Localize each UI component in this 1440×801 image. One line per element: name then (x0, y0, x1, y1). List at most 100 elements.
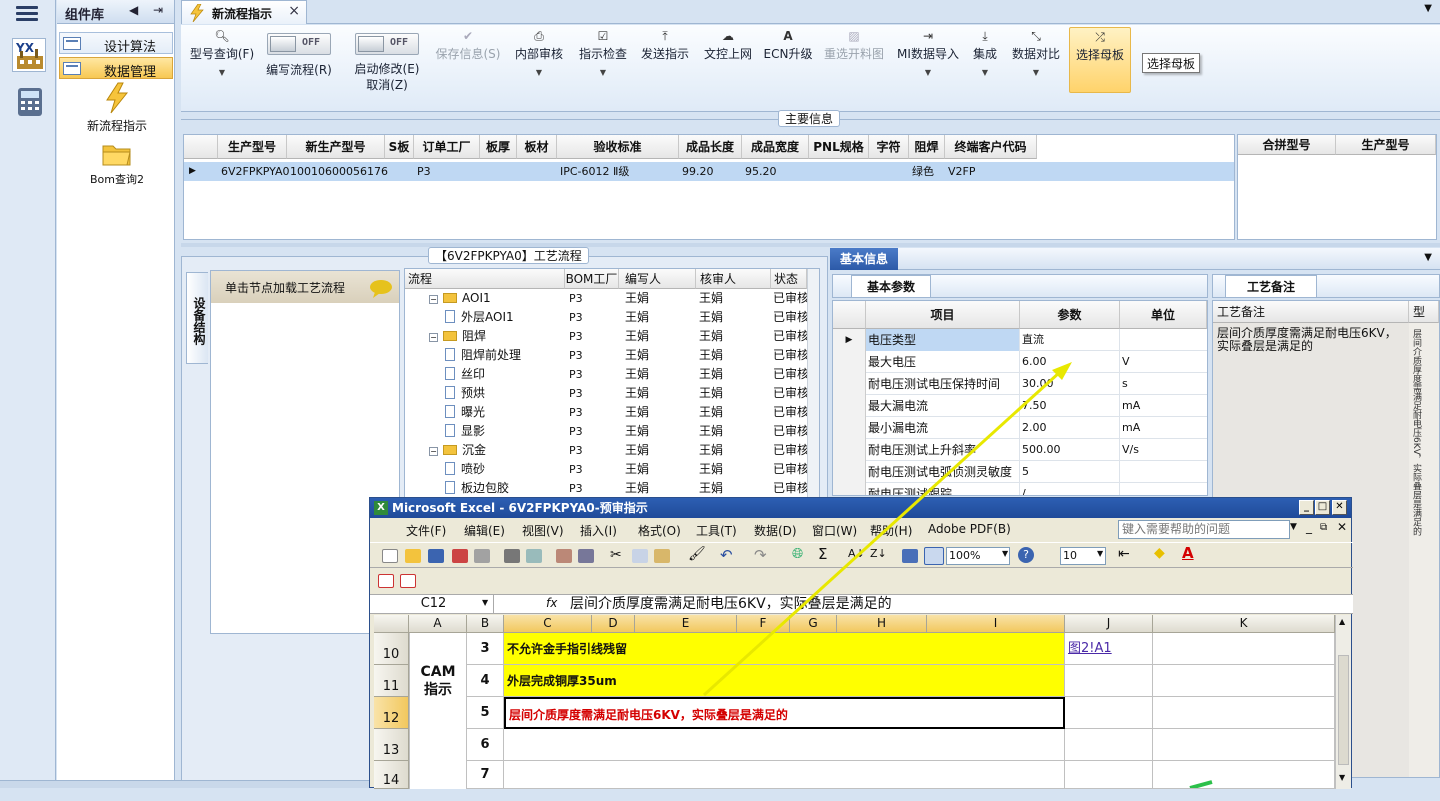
instruction-check-button[interactable]: ☑ 指示检查 ▼ (575, 27, 631, 77)
column-header[interactable]: 工艺备注 (1213, 301, 1409, 323)
column-header[interactable]: C (504, 615, 592, 633)
cell-hyperlink[interactable]: 图2!A1 (1065, 633, 1153, 665)
menu-item[interactable]: 工具(T) (696, 522, 737, 539)
column-header[interactable]: G (790, 615, 837, 633)
cell-empty[interactable] (1153, 729, 1335, 761)
column-header[interactable]: I (927, 615, 1065, 633)
pin-icon[interactable]: ⇥ (153, 3, 163, 17)
cell-hyperlink[interactable] (1065, 761, 1153, 789)
param-value[interactable]: 30.00 (1020, 373, 1120, 395)
splitter[interactable] (181, 243, 1440, 247)
write-process-toggle[interactable]: OFF (267, 33, 331, 55)
param-value[interactable]: 2.00 (1020, 417, 1120, 439)
calculator-icon[interactable] (12, 84, 46, 118)
pdf-mail-icon[interactable] (400, 574, 416, 588)
column-header[interactable]: 阻焊 (909, 135, 945, 159)
mi-import-button[interactable]: ⇥ MI数据导入 ▼ (895, 27, 961, 77)
tab-basic-params[interactable]: 基本参数 (851, 275, 931, 297)
column-header[interactable]: H (837, 615, 927, 633)
dropdown-arrow-icon[interactable]: ▼ (1097, 549, 1103, 558)
column-header[interactable]: E (635, 615, 737, 633)
column-header[interactable]: 新生产型号 (287, 135, 385, 159)
notes-text[interactable]: 层间介质厚度需满足耐电压6KV，实际叠层是满足的 (1217, 327, 1403, 353)
redo-icon[interactable]: ↷ (754, 546, 767, 564)
column-header[interactable]: F (737, 615, 790, 633)
row-header[interactable]: 11 (374, 665, 409, 697)
table-row[interactable]: 耐电压测试上升斜率 500.00 V/s (833, 439, 1207, 461)
email-icon[interactable] (474, 549, 490, 563)
cell-empty[interactable] (1153, 665, 1335, 697)
table-row[interactable]: 最大漏电流 7.50 mA (833, 395, 1207, 417)
dropdown-arrow-icon[interactable]: ▼ (1290, 522, 1297, 532)
cell-hyperlink[interactable] (1065, 697, 1153, 729)
select-all-corner[interactable] (374, 615, 409, 633)
cell-instruction[interactable] (504, 761, 1065, 789)
permission-icon[interactable] (452, 549, 468, 563)
column-header[interactable]: D (592, 615, 635, 633)
print-icon[interactable] (504, 549, 520, 563)
tab-process-notes[interactable]: 工艺备注 (1225, 275, 1317, 297)
tree-node[interactable]: − 沉金 P3 王娟 王娟 已审核 (405, 441, 807, 460)
column-header[interactable]: S板 (385, 135, 414, 159)
research-icon[interactable] (578, 549, 594, 563)
tree-node[interactable]: 预烘 P3 王娟 王娟 已审核 (405, 384, 807, 403)
cell-seq-number[interactable]: 6 (467, 729, 504, 761)
sort-ascending-icon[interactable]: A↓ (848, 547, 865, 560)
internal-review-button[interactable]: ⎙ 内部审核 ▼ (511, 27, 567, 77)
row-header[interactable]: 10 (374, 633, 409, 665)
name-box[interactable]: C12 (374, 595, 494, 613)
menu-item[interactable]: 窗口(W) (812, 522, 857, 539)
column-header[interactable]: 型 (1409, 301, 1439, 323)
cell-width[interactable]: 95.20 (742, 162, 777, 181)
scroll-thumb[interactable] (1338, 655, 1349, 765)
hyperlink-icon[interactable]: 🌐︎ (792, 546, 803, 562)
minimize-icon[interactable]: _ (1306, 520, 1312, 534)
cell-instruction[interactable] (504, 729, 1065, 761)
cell-model[interactable]: 6V2FPKPYA0 (218, 162, 289, 181)
tab-basic-info[interactable]: 基本信息 (830, 248, 898, 270)
cell-length[interactable]: 99.20 (679, 162, 714, 181)
cell-instruction[interactable]: 外层完成铜厚35um (504, 665, 1065, 697)
table-row[interactable]: 耐电压测试跟踪 / (833, 483, 1207, 495)
tree-node[interactable]: − AOI1 P3 王娟 王娟 已审核 (405, 289, 807, 308)
tab-close-icon[interactable]: × (288, 3, 300, 19)
open-folder-icon[interactable] (405, 549, 421, 563)
help-icon[interactable]: ? (1018, 547, 1034, 563)
nav-item-design-algorithm[interactable]: 设计算法 (59, 32, 173, 55)
column-header[interactable]: 字符 (869, 135, 909, 159)
chevron-down-icon[interactable]: ▼ (1424, 252, 1432, 263)
tree-node[interactable]: 显影 P3 王娟 王娟 已审核 (405, 422, 807, 441)
menu-item[interactable]: 格式(O) (638, 522, 681, 539)
column-header[interactable]: 生产型号 (1336, 135, 1436, 155)
cell-empty[interactable] (1153, 761, 1335, 789)
chart-wizard-icon[interactable] (902, 549, 918, 563)
scrollbar[interactable] (807, 269, 819, 499)
save-info-button[interactable]: ✔ 保存信息(S) (431, 27, 505, 62)
column-header[interactable]: 单位 (1120, 301, 1207, 329)
save-icon[interactable] (428, 549, 444, 563)
chevron-down-icon[interactable]: ▼ (1424, 3, 1432, 14)
param-value[interactable]: 5 (1020, 461, 1120, 483)
row-header[interactable]: 14 (374, 761, 409, 789)
table-row[interactable]: 耐电压测试电压保持时间 30.00 s (833, 373, 1207, 395)
tree-node[interactable]: 喷砂 P3 王娟 王娟 已审核 (405, 460, 807, 479)
menu-item[interactable]: 插入(I) (580, 522, 617, 539)
menu-item[interactable]: 视图(V) (522, 522, 564, 539)
send-instruction-button[interactable]: ⤒ 发送指示 (637, 27, 693, 62)
dropdown-arrow-icon[interactable]: ▼ (1002, 549, 1008, 558)
column-header[interactable]: J (1065, 615, 1153, 633)
close-icon[interactable]: ✕ (1337, 520, 1347, 534)
undo-icon[interactable]: ↶ (720, 546, 733, 564)
cell-new-model[interactable]: 10010600056176 (287, 162, 388, 181)
formula-input[interactable]: 层间介质厚度需满足耐电压6KV，实际叠层是满足的 (570, 595, 892, 613)
model-query-button[interactable]: 🔍︎ 型号查询(F) ▼ (187, 27, 257, 77)
column-header[interactable]: 项目 (866, 301, 1020, 329)
cell-hyperlink[interactable] (1065, 729, 1153, 761)
column-header[interactable]: 核审人 (696, 269, 771, 289)
font-color-icon[interactable]: A (1182, 544, 1194, 562)
column-header[interactable]: 订单工厂 (414, 135, 480, 159)
column-header[interactable]: 合拼型号 (1238, 135, 1336, 155)
pdf-icon[interactable] (378, 574, 394, 588)
tree-node[interactable]: 阻焊前处理 P3 王娟 王娟 已审核 (405, 346, 807, 365)
tree-node[interactable]: 外层AOI1 P3 王娟 王娟 已审核 (405, 308, 807, 327)
